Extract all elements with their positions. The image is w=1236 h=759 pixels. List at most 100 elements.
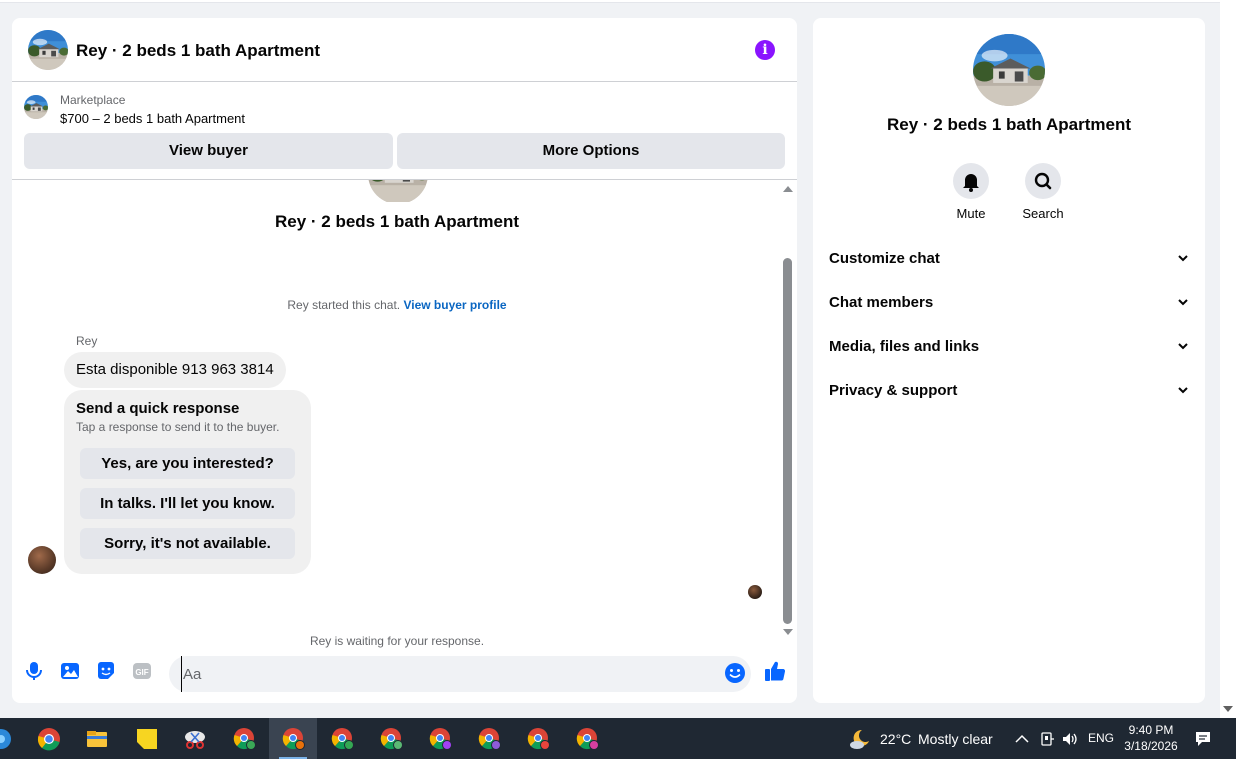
- message-thread: Rey · 2 beds 1 bath Apartment Rey starte…: [12, 180, 797, 648]
- snipping-tool-icon: [185, 731, 205, 749]
- conversation-header: Rey · 2 beds 1 bath Apartment i: [12, 18, 797, 82]
- quick-response-not-available-button[interactable]: Sorry, it's not available.: [80, 528, 295, 559]
- listing-thumbnail[interactable]: [24, 95, 48, 119]
- scroll-down-arrow-icon[interactable]: [783, 629, 793, 635]
- chrome-icon: [37, 728, 60, 751]
- clock-date: 3/18/2026: [1124, 739, 1178, 753]
- sender-avatar[interactable]: [28, 546, 56, 574]
- taskbar-chrome-profile-3[interactable]: [318, 718, 366, 759]
- chrome-profile-icon: [282, 728, 305, 750]
- chat-members-section[interactable]: Chat members: [829, 281, 1189, 325]
- taskbar-chrome-profile-7[interactable]: [514, 718, 562, 759]
- listing-title[interactable]: $700 – 2 beds 1 bath Apartment: [60, 111, 245, 126]
- customize-chat-label: Customize chat: [829, 250, 940, 267]
- taskbar-chrome-profile-8[interactable]: [563, 718, 611, 759]
- more-options-button[interactable]: More Options: [397, 133, 785, 169]
- chevron-down-icon: [1178, 255, 1188, 262]
- message-bubble[interactable]: Esta disponible 913 963 3814: [64, 352, 286, 388]
- gif-label: GIF: [135, 668, 148, 677]
- weather-temperature: 22°C: [880, 731, 912, 747]
- thread-avatar: [368, 180, 428, 204]
- weather-description: Mostly clear: [918, 731, 993, 747]
- scroll-up-arrow-icon[interactable]: [783, 186, 793, 192]
- chat-started-text: Rey started this chat.: [287, 298, 401, 312]
- chevron-down-icon: [1178, 299, 1188, 306]
- moon-cloud-icon: [850, 729, 869, 749]
- app-edge-icon: [0, 729, 11, 749]
- chrome-profile-icon: [331, 728, 354, 750]
- microphone-icon[interactable]: [23, 660, 45, 682]
- search-label: Search: [1022, 206, 1064, 221]
- sticker-icon[interactable]: [95, 660, 117, 682]
- customize-chat-section[interactable]: Customize chat: [829, 237, 1189, 281]
- page-scrollbar[interactable]: [1220, 0, 1236, 718]
- taskbar-sticky-notes[interactable]: [122, 718, 170, 759]
- taskbar-chrome-profile-1[interactable]: [220, 718, 268, 759]
- gif-icon[interactable]: GIF: [131, 660, 153, 682]
- taskbar-chrome-profile-2[interactable]: [269, 718, 317, 759]
- quick-response-card: Send a quick response Tap a response to …: [64, 390, 311, 574]
- taskbar-chrome-profile-4[interactable]: [367, 718, 415, 759]
- quick-response-yes-button[interactable]: Yes, are you interested?: [80, 448, 295, 479]
- window-top-edge: [0, 0, 1220, 3]
- search-icon: [1034, 172, 1052, 190]
- taskbar-file-explorer[interactable]: [72, 718, 120, 759]
- quick-response-subtitle: Tap a response to send it to the buyer.: [76, 420, 280, 434]
- speaker-icon[interactable]: [1061, 730, 1079, 748]
- conversation-details-panel: Rey · 2 beds 1 bath Apartment Mute Searc…: [813, 18, 1205, 703]
- chrome-profile-icon: [380, 728, 403, 750]
- chrome-profile-icon: [527, 728, 550, 750]
- system-clock[interactable]: 9:40 PM 3/18/2026: [1120, 722, 1182, 754]
- taskbar-chrome-profile-6[interactable]: [465, 718, 513, 759]
- chrome-profile-icon: [233, 728, 256, 750]
- scrollbar-thumb[interactable]: [783, 258, 792, 624]
- taskbar-chrome-profile-5[interactable]: [416, 718, 464, 759]
- chrome-profile-icon: [478, 728, 501, 750]
- message-input-wrapper: [169, 656, 751, 692]
- media-files-links-section[interactable]: Media, files and links: [829, 325, 1189, 369]
- message-input[interactable]: [181, 656, 711, 692]
- page-scroll-down-arrow-icon[interactable]: [1223, 706, 1233, 712]
- chat-members-label: Chat members: [829, 294, 934, 311]
- chevron-down-icon: [1178, 343, 1188, 350]
- chat-panel: Rey · 2 beds 1 bath Apartment i Marketpl…: [12, 18, 797, 703]
- details-title: Rey · 2 beds 1 bath Apartment: [886, 115, 1132, 134]
- sender-name: Rey: [76, 334, 98, 348]
- seen-indicator-avatar: [748, 585, 762, 599]
- privacy-support-label: Privacy & support: [829, 382, 958, 399]
- device-icon[interactable]: [1038, 730, 1056, 748]
- listing-banner: Marketplace $700 – 2 beds 1 bath Apartme…: [12, 82, 797, 180]
- input-language[interactable]: ENG: [1088, 731, 1114, 745]
- photo-icon[interactable]: [59, 660, 81, 682]
- media-files-links-label: Media, files and links: [829, 338, 980, 355]
- info-icon[interactable]: i: [755, 40, 775, 60]
- conversation-avatar[interactable]: [28, 30, 68, 70]
- quick-response-title: Send a quick response: [76, 400, 240, 417]
- privacy-support-section[interactable]: Privacy & support: [829, 369, 1189, 413]
- search-button[interactable]: Search: [1013, 163, 1073, 221]
- chevron-up-icon[interactable]: [1013, 730, 1031, 748]
- chevron-down-icon: [1178, 387, 1188, 394]
- thumbs-up-icon[interactable]: [763, 659, 787, 683]
- listing-source: Marketplace: [60, 93, 126, 107]
- bell-icon: [963, 174, 979, 192]
- conversation-title[interactable]: Rey · 2 beds 1 bath Apartment: [76, 41, 320, 61]
- mute-label: Mute: [956, 206, 986, 221]
- clock-time: 9:40 PM: [1128, 723, 1174, 737]
- thread-scrollbar[interactable]: [780, 180, 797, 648]
- taskbar-snipping-tool[interactable]: [170, 718, 218, 759]
- view-buyer-button[interactable]: View buyer: [24, 133, 393, 169]
- view-buyer-profile-link[interactable]: View buyer profile: [403, 298, 506, 312]
- taskbar-app-edge[interactable]: [0, 718, 24, 759]
- notifications-icon[interactable]: [1194, 730, 1212, 748]
- taskbar-chrome[interactable]: [24, 718, 72, 759]
- mute-button[interactable]: Mute: [941, 163, 1001, 221]
- waiting-notice: Rey is waiting for your response.: [309, 634, 485, 648]
- quick-response-in-talks-button[interactable]: In talks. I'll let you know.: [80, 488, 295, 519]
- thread-title: Rey · 2 beds 1 bath Apartment: [274, 212, 520, 231]
- details-avatar[interactable]: [973, 34, 1045, 106]
- message-composer: GIF: [12, 648, 797, 703]
- chrome-profile-icon: [429, 728, 452, 750]
- emoji-icon[interactable]: [724, 662, 746, 684]
- chat-started-note: Rey started this chat. View buyer profil…: [12, 298, 782, 312]
